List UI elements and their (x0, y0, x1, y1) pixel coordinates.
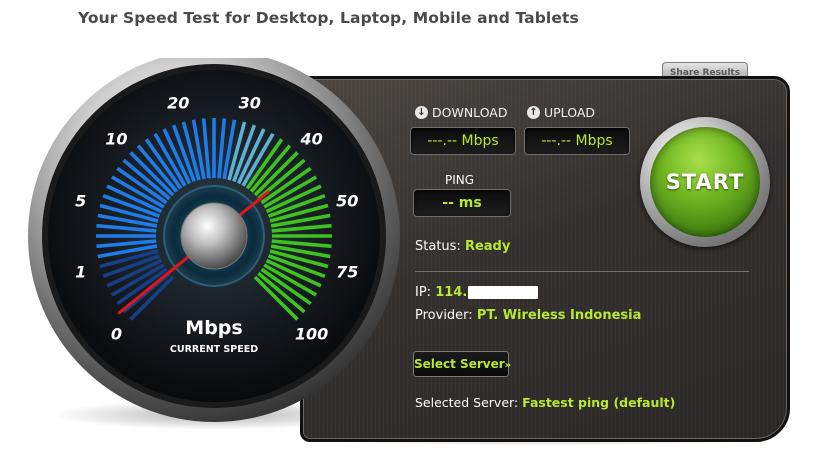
start-button[interactable]: START (650, 127, 760, 237)
provider-value: PT. Wireless Indonesia (476, 308, 642, 323)
provider-label: Provider: (415, 308, 473, 323)
status-label: Status: (415, 239, 461, 254)
download-header: ↓ DOWNLOAD (415, 105, 508, 120)
ping-label: PING (445, 173, 475, 187)
gauge-caption: CURRENT SPEED (170, 344, 258, 355)
scale-label: 20 (167, 94, 189, 113)
scale-label: 100 (295, 325, 328, 344)
divider (415, 271, 749, 272)
select-server-label: Select Server (414, 357, 505, 371)
selected-server-label: Selected Server: (415, 395, 519, 410)
ip-label: IP: (415, 285, 432, 300)
download-value: ---.-- Mbps (410, 127, 516, 155)
status-value: Ready (464, 239, 511, 254)
scale-label: 10 (105, 129, 127, 148)
ip-redaction (468, 286, 539, 299)
ping-value: -- ms (413, 189, 511, 217)
scale-label: 30 (239, 94, 261, 113)
page-title: Your Speed Test for Desktop, Laptop, Mob… (78, 9, 579, 27)
scale-label: 1 (75, 263, 86, 282)
upload-header: ↑ UPLOAD (527, 105, 595, 120)
scale-label: 5 (75, 191, 86, 210)
upload-value: ---.-- Mbps (524, 127, 630, 155)
scale-label: 40 (299, 129, 322, 148)
scale-label: 50 (336, 191, 358, 210)
upload-arrow-icon: ↑ (527, 106, 540, 119)
selected-server-row: Selected Server: Fastest ping (default) (415, 395, 675, 410)
scale-label: 0 (111, 325, 122, 344)
upload-label: UPLOAD (544, 105, 596, 120)
ip-value: 114. (435, 285, 468, 300)
status-row: Status: Ready (415, 239, 510, 254)
ip-row: IP: 114. (415, 285, 539, 300)
selected-server-value: Fastest ping (default) (522, 395, 676, 410)
download-label: DOWNLOAD (432, 105, 508, 120)
chevron-down-icon: » (504, 360, 512, 371)
select-server-button[interactable]: Select Server» (413, 351, 512, 377)
gauge-unit: Mbps (185, 317, 242, 339)
download-arrow-icon: ↓ (415, 106, 428, 119)
speed-gauge: 0 1 5 10 20 30 40 50 75 100 Mbps CURRENT SPEED (28, 58, 400, 422)
scale-label: 75 (336, 263, 358, 282)
gauge-hub (180, 202, 248, 270)
provider-row: Provider: PT. Wireless Indonesia (415, 308, 641, 323)
